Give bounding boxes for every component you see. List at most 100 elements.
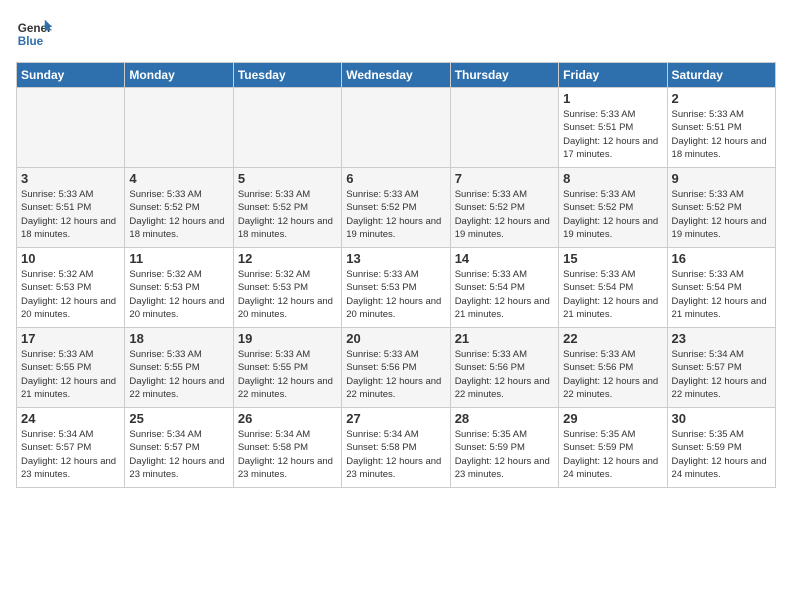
day-number: 9 xyxy=(672,171,771,186)
logo: General Blue xyxy=(16,16,56,52)
sunset-time: 5:58 PM xyxy=(273,442,308,453)
sunrise-time: 5:33 AM xyxy=(492,349,527,360)
sunset-label: Sunset: xyxy=(672,122,704,133)
day-cell: 1Sunrise: 5:33 AMSunset: 5:51 PMDaylight… xyxy=(559,88,667,168)
daylight-label: Daylight: xyxy=(455,216,492,227)
svg-text:Blue: Blue xyxy=(18,35,44,48)
sunset-label: Sunset: xyxy=(455,442,487,453)
col-header-tuesday: Tuesday xyxy=(233,63,341,88)
daylight-label: Daylight: xyxy=(455,376,492,387)
day-number: 25 xyxy=(129,411,228,426)
sunrise-label: Sunrise: xyxy=(129,189,164,200)
logo-icon: General Blue xyxy=(16,16,52,52)
week-row-1: 1Sunrise: 5:33 AMSunset: 5:51 PMDaylight… xyxy=(17,88,776,168)
sunset-label: Sunset: xyxy=(21,202,53,213)
sunrise-label: Sunrise: xyxy=(129,429,164,440)
daylight-label: Daylight: xyxy=(21,456,58,467)
day-cell xyxy=(125,88,233,168)
sunrise-label: Sunrise: xyxy=(346,429,381,440)
col-header-monday: Monday xyxy=(125,63,233,88)
day-cell: 27Sunrise: 5:34 AMSunset: 5:58 PMDayligh… xyxy=(342,408,450,488)
day-number: 11 xyxy=(129,251,228,266)
sunrise-time: 5:35 AM xyxy=(492,429,527,440)
sunrise-label: Sunrise: xyxy=(346,269,381,280)
sunset-label: Sunset: xyxy=(672,282,704,293)
sunset-time: 5:54 PM xyxy=(490,282,525,293)
daylight-label: Daylight: xyxy=(238,456,275,467)
day-cell: 2Sunrise: 5:33 AMSunset: 5:51 PMDaylight… xyxy=(667,88,775,168)
sunrise-time: 5:33 AM xyxy=(601,189,636,200)
week-row-4: 17 Sunrise: 5:33 AMSunset: 5:55 PMDayligh… xyxy=(17,328,776,408)
day-cell: 20Sunrise: 5:33 AMSunset: 5:56 PMDayligh… xyxy=(342,328,450,408)
sunrise-time: 5:32 AM xyxy=(275,269,310,280)
sunrise-time: 5:33 AM xyxy=(492,269,527,280)
day-info: Sunrise: 5:33 AMSunset: 5:56 PMDaylight:… xyxy=(346,348,445,401)
day-cell: 7Sunrise: 5:33 AMSunset: 5:52 PMDaylight… xyxy=(450,168,558,248)
sunset-label: Sunset: xyxy=(346,362,378,373)
sunrise-label: Sunrise: xyxy=(238,269,273,280)
day-number: 2 xyxy=(672,91,771,106)
sunset-time: 5:57 PM xyxy=(164,442,199,453)
sunset-label: Sunset: xyxy=(129,362,161,373)
day-number: 8 xyxy=(563,171,662,186)
day-info: Sunrise: 5:32 AMSunset: 5:53 PMDaylight:… xyxy=(129,268,228,321)
daylight-label: Daylight: xyxy=(346,376,383,387)
sunrise-label: Sunrise: xyxy=(238,349,273,360)
sunrise-label: Sunrise: xyxy=(346,189,381,200)
day-cell: 11 Sunrise: 5:32 AMSunset: 5:53 PMDayligh… xyxy=(125,248,233,328)
day-number: 30 xyxy=(672,411,771,426)
day-cell: 24Sunrise: 5:34 AMSunset: 5:57 PMDayligh… xyxy=(17,408,125,488)
sunrise-time: 5:33 AM xyxy=(167,189,202,200)
sunrise-label: Sunrise: xyxy=(21,429,56,440)
sunrise-time: 5:33 AM xyxy=(709,109,744,120)
day-info: Sunrise: 5:33 AMSunset: 5:54 PMDaylight:… xyxy=(563,268,662,321)
day-number: 4 xyxy=(129,171,228,186)
day-info: Sunrise: 5:33 AMSunset: 5:51 PMDaylight:… xyxy=(672,108,771,161)
daylight-label: Daylight: xyxy=(563,216,600,227)
sunset-time: 5:58 PM xyxy=(381,442,416,453)
day-number: 29 xyxy=(563,411,662,426)
daylight-label: Daylight: xyxy=(455,296,492,307)
sunrise-time: 5:33 AM xyxy=(709,269,744,280)
day-cell: 10Sunrise: 5:32 AMSunset: 5:53 PMDayligh… xyxy=(17,248,125,328)
sunset-label: Sunset: xyxy=(238,202,270,213)
sunrise-label: Sunrise: xyxy=(21,269,56,280)
sunrise-label: Sunrise: xyxy=(455,189,490,200)
daylight-label: Daylight: xyxy=(238,376,275,387)
sunset-time: 5:52 PM xyxy=(598,202,633,213)
sunset-label: Sunset: xyxy=(563,202,595,213)
sunrise-time: 5:32 AM xyxy=(59,269,94,280)
day-info: Sunrise: 5:33 AMSunset: 5:51 PMDaylight:… xyxy=(21,188,120,241)
sunset-time: 5:51 PM xyxy=(706,122,741,133)
day-info: Sunrise: 5:33 AMSunset: 5:54 PMDaylight:… xyxy=(672,268,771,321)
day-info: Sunrise: 5:34 AMSunset: 5:58 PMDaylight:… xyxy=(346,428,445,481)
day-info: Sunrise: 5:33 AMSunset: 5:52 PMDaylight:… xyxy=(238,188,337,241)
sunrise-label: Sunrise: xyxy=(238,189,273,200)
day-info: Sunrise: 5:33 AMSunset: 5:52 PMDaylight:… xyxy=(563,188,662,241)
page-header: General Blue xyxy=(16,16,776,52)
day-info: Sunrise: 5:33 AMSunset: 5:55 PMDaylight:… xyxy=(129,348,228,401)
day-info: Sunrise: 5:33 AMSunset: 5:56 PMDaylight:… xyxy=(455,348,554,401)
sunset-label: Sunset: xyxy=(672,362,704,373)
sunrise-label: Sunrise: xyxy=(563,269,598,280)
sunset-label: Sunset: xyxy=(455,282,487,293)
day-info: Sunrise: 5:33 AMSunset: 5:53 PMDaylight:… xyxy=(346,268,445,321)
day-info: Sunrise: 5:34 AMSunset: 5:57 PMDaylight:… xyxy=(129,428,228,481)
daylight-label: Daylight: xyxy=(346,456,383,467)
sunset-label: Sunset: xyxy=(21,362,53,373)
day-info: Sunrise: 5:33 AMSunset: 5:52 PMDaylight:… xyxy=(672,188,771,241)
day-info: Sunrise: 5:32 AMSunset: 5:53 PMDaylight:… xyxy=(238,268,337,321)
sunset-time: 5:54 PM xyxy=(598,282,633,293)
col-header-sunday: Sunday xyxy=(17,63,125,88)
sunrise-time: 5:33 AM xyxy=(59,189,94,200)
sunrise-time: 5:34 AM xyxy=(59,429,94,440)
daylight-label: Daylight: xyxy=(563,296,600,307)
day-number: 17 xyxy=(21,331,120,346)
day-info: Sunrise: 5:35 AMSunset: 5:59 PMDaylight:… xyxy=(672,428,771,481)
day-info: Sunrise: 5:35 AMSunset: 5:59 PMDaylight:… xyxy=(563,428,662,481)
day-info: Sunrise: 5:33 AMSunset: 5:51 PMDaylight:… xyxy=(563,108,662,161)
sunset-time: 5:52 PM xyxy=(381,202,416,213)
day-number: 14 xyxy=(455,251,554,266)
sunrise-label: Sunrise: xyxy=(563,349,598,360)
sunrise-time: 5:33 AM xyxy=(59,349,94,360)
